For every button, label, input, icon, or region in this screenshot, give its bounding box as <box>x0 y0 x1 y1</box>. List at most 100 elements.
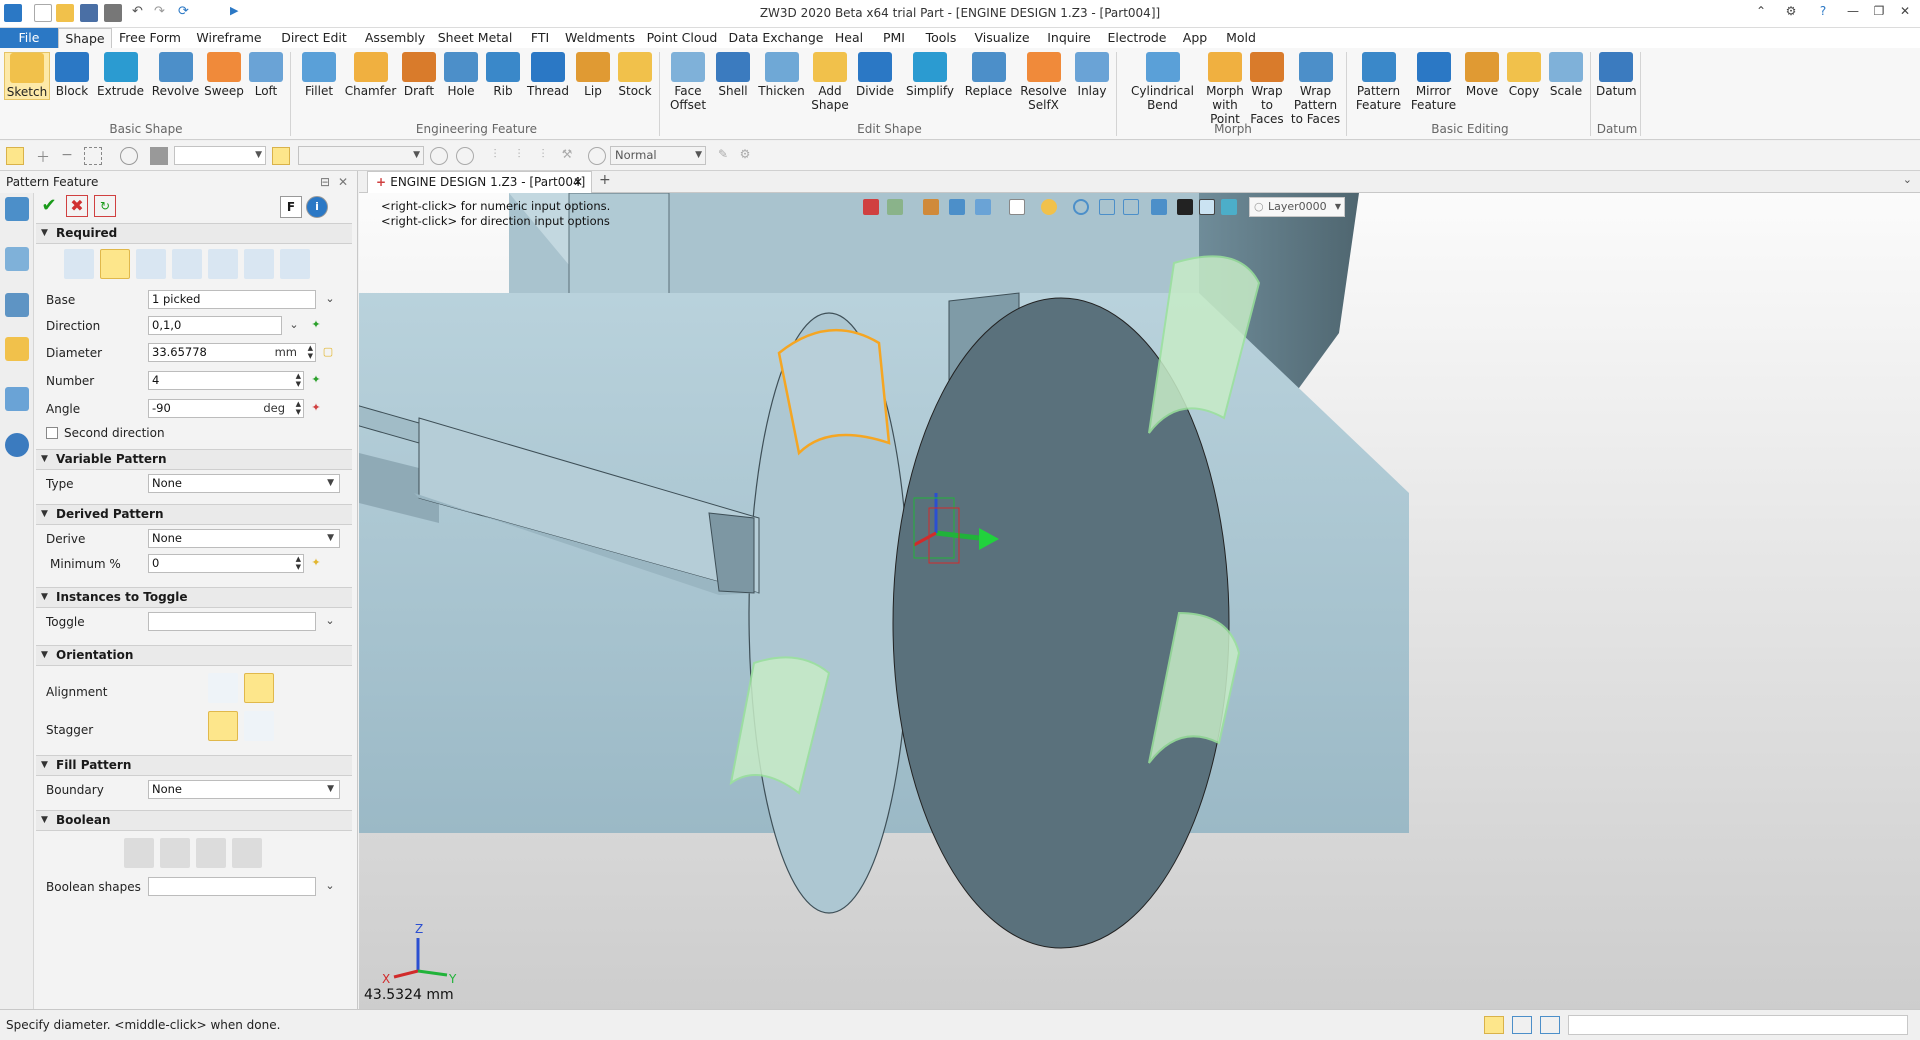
filter-view-icon[interactable] <box>887 199 903 215</box>
zoom-fit-icon[interactable] <box>1099 199 1115 215</box>
ribbon-pattern-feature-button[interactable]: Pattern Feature <box>1352 52 1405 112</box>
image-tab-icon[interactable] <box>5 387 29 411</box>
selection-combo[interactable]: ▼ <box>298 146 424 165</box>
boolean-intersect-icon[interactable] <box>232 838 262 868</box>
standard-view-icon[interactable] <box>1009 199 1025 215</box>
menu-tab-file[interactable]: File <box>0 28 58 48</box>
menu-tab-sheet-metal[interactable]: Sheet Metal <box>432 28 518 48</box>
menu-tab-fti[interactable]: FTI <box>518 28 562 48</box>
boolean-expand-icon[interactable]: ⌄ <box>322 877 338 895</box>
section-variable-pattern[interactable]: Variable Pattern <box>36 449 352 470</box>
render-mode-icon[interactable] <box>1041 199 1057 215</box>
menu-tab-weldments[interactable]: Weldments <box>562 28 638 48</box>
ribbon-loft-button[interactable]: Loft <box>246 52 286 98</box>
3d-viewport[interactable]: Z X Y <right-click> for numeric input op… <box>359 193 1920 1009</box>
tab-close-icon[interactable]: ✕ <box>573 172 583 192</box>
stagger-option-2-icon[interactable] <box>244 711 274 741</box>
document-tab[interactable]: + ENGINE DESIGN 1.Z3 - [Part004] ✕ <box>367 171 592 193</box>
curve-pattern-icon[interactable] <box>244 249 274 279</box>
menu-tab-electrode[interactable]: Electrode <box>1100 28 1174 48</box>
zoom-icon[interactable] <box>1073 199 1089 215</box>
ribbon-hole-button[interactable]: Hole <box>441 52 481 98</box>
second-direction-checkbox[interactable] <box>46 427 58 439</box>
section-derived-pattern[interactable]: Derived Pattern <box>36 504 352 525</box>
clock-icon[interactable] <box>588 147 606 165</box>
ribbon-mirror-feature-button[interactable]: Mirror Feature <box>1407 52 1460 112</box>
filter-icon[interactable] <box>150 147 168 165</box>
pin-icon[interactable]: ⊟ <box>320 171 330 193</box>
ribbon-morph-with-point-button[interactable]: Morph with Point <box>1205 52 1245 126</box>
lock-icon[interactable]: ▢ <box>320 343 336 361</box>
screen-icon[interactable] <box>1512 1016 1532 1034</box>
section-boolean[interactable]: Boolean <box>36 810 352 831</box>
close-icon[interactable]: ✕ <box>1894 4 1916 22</box>
menu-tab-tools[interactable]: Tools <box>916 28 966 48</box>
toggle-expand-icon[interactable]: ⌄ <box>322 612 338 630</box>
ribbon-datum-button[interactable]: Datum <box>1596 52 1637 98</box>
minimum-field[interactable]: 0 ▲ ▼ <box>148 554 304 573</box>
ribbon-move-button[interactable]: Move <box>1462 52 1502 98</box>
ribbon-chamfer-button[interactable]: Chamfer <box>344 52 397 98</box>
section-required[interactable]: Required <box>36 223 352 244</box>
menu-tab-free-form[interactable]: Free Form <box>112 28 188 48</box>
tool-icon[interactable]: ⚒ <box>558 147 576 165</box>
tab-menu-icon[interactable]: ⌄ <box>1903 173 1912 186</box>
menu-tab-pmi[interactable]: PMI <box>872 28 916 48</box>
select-arrow-icon[interactable] <box>6 147 24 165</box>
diameter-field[interactable]: 33.65778 mm ▲ ▼ <box>148 343 316 362</box>
layer-visibility-icon[interactable] <box>1221 199 1237 215</box>
polygon-pattern-icon[interactable] <box>136 249 166 279</box>
pick-plus-icon[interactable]: ＋ <box>34 147 52 166</box>
ribbon-lip-button[interactable]: Lip <box>573 52 613 98</box>
panel-close-icon[interactable]: ✕ <box>338 171 348 193</box>
measure-icon[interactable] <box>923 199 939 215</box>
number-field[interactable]: 4 ▲ ▼ <box>148 371 304 390</box>
menu-tab-wireframe[interactable]: Wireframe <box>188 28 270 48</box>
minimize-ribbon-icon[interactable]: ⌃ <box>1750 4 1772 22</box>
restore-icon[interactable]: ❐ <box>1868 4 1890 22</box>
align-center-icon[interactable]: ⫶ <box>510 147 528 165</box>
fill-pattern-icon[interactable] <box>208 249 238 279</box>
help-icon[interactable]: ? <box>1812 4 1834 22</box>
line-style-combo[interactable]: Normal ▼ <box>610 146 706 165</box>
target-icon[interactable] <box>430 147 448 165</box>
ribbon-block-button[interactable]: Block <box>52 52 92 98</box>
ribbon-add-shape-button[interactable]: Add Shape <box>810 52 850 112</box>
new-tab-icon[interactable]: + <box>599 172 611 188</box>
ribbon-scale-button[interactable]: Scale <box>1546 52 1586 98</box>
direction-pick-icon[interactable]: ✦ <box>308 316 324 334</box>
section-orientation[interactable]: Orientation <box>36 645 352 666</box>
direction-expand-icon[interactable]: ⌄ <box>286 316 302 334</box>
minimum-pick-icon[interactable]: ✦ <box>308 554 324 572</box>
ribbon-stock-button[interactable]: Stock <box>615 52 655 98</box>
ribbon-replace-button[interactable]: Replace <box>962 52 1015 98</box>
menu-tab-heal[interactable]: Heal <box>826 28 872 48</box>
angle-pick-icon[interactable]: ✦ <box>308 399 324 417</box>
ribbon-divide-button[interactable]: Divide <box>852 52 898 98</box>
minimize-icon[interactable]: — <box>1842 4 1864 22</box>
info-icon[interactable]: i <box>306 196 328 218</box>
base-field[interactable]: 1 picked <box>148 290 316 309</box>
boundary-select[interactable]: None ▼ <box>148 780 340 799</box>
spinner-icon[interactable]: ▲ ▼ <box>296 400 301 416</box>
menu-tab-app[interactable]: App <box>1174 28 1216 48</box>
angle-field[interactable]: -90 deg ▲ ▼ <box>148 399 304 418</box>
menu-tab-mold[interactable]: Mold <box>1216 28 1266 48</box>
menu-tab-inquire[interactable]: Inquire <box>1038 28 1100 48</box>
part-tab-icon[interactable] <box>5 337 29 361</box>
snap-toggle-icon[interactable] <box>272 147 290 165</box>
ribbon-fillet-button[interactable]: Fillet <box>296 52 342 98</box>
ribbon-sweep-button[interactable]: Sweep <box>204 52 244 98</box>
filter-combo[interactable]: ▼ <box>174 146 266 165</box>
ribbon-copy-button[interactable]: Copy <box>1504 52 1544 98</box>
box-select-icon[interactable] <box>84 147 102 165</box>
feature-tab-icon[interactable] <box>5 197 29 221</box>
apply-icon[interactable]: ↻ <box>94 195 116 217</box>
ribbon-cylindrical-bend-button[interactable]: Cylindrical Bend <box>1122 52 1203 112</box>
settings-icon[interactable]: ⚙ <box>736 147 754 165</box>
spinner-icon[interactable]: ▲ ▼ <box>296 372 301 388</box>
assembly-tab-icon[interactable] <box>5 293 29 317</box>
align-left-icon[interactable]: ⫶ <box>486 147 504 165</box>
alignment-option-1-icon[interactable] <box>208 673 238 703</box>
ribbon-face-offset-button[interactable]: Face Offset <box>665 52 711 112</box>
